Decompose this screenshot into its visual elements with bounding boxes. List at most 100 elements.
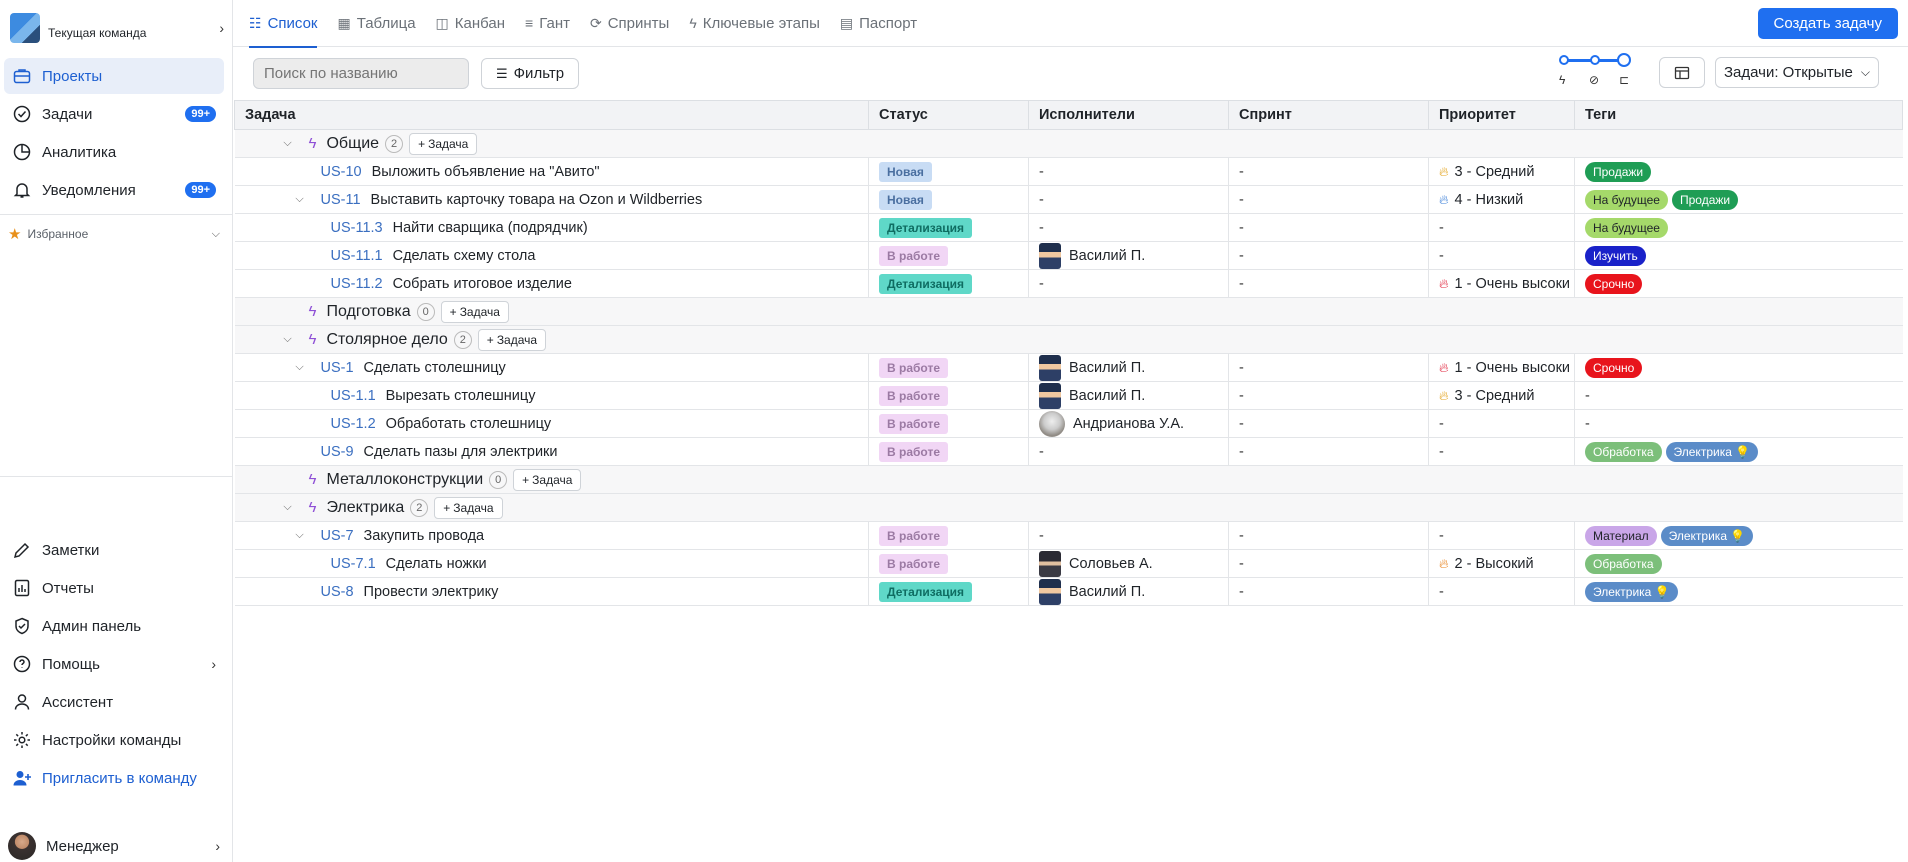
task-title[interactable]: Выставить карточку товара на Ozon и Wild… bbox=[371, 192, 703, 208]
chevron-down-icon[interactable] bbox=[281, 306, 295, 318]
tab-4[interactable]: ⟳ Спринты bbox=[590, 0, 669, 47]
group-name[interactable]: Подготовка bbox=[326, 303, 410, 321]
add-task-button[interactable]: + Задача bbox=[409, 132, 478, 155]
task-id[interactable]: US-8 bbox=[321, 584, 354, 600]
status-badge[interactable]: В работе bbox=[879, 385, 948, 406]
add-task-button[interactable]: + Задача bbox=[434, 496, 503, 519]
status-badge[interactable]: В работе bbox=[879, 413, 948, 434]
task-title[interactable]: Обработать столешницу bbox=[386, 416, 552, 432]
table-row[interactable]: US-9 Сделать пазы для электрики В работе - -… bbox=[234, 437, 1903, 466]
tag-badge[interactable]: Обработка bbox=[1585, 441, 1662, 462]
user-menu[interactable]: Менеджер › bbox=[0, 826, 232, 862]
tab-6[interactable]: ▤ Паспорт bbox=[840, 0, 917, 47]
table-row[interactable]: ⌵ US-11 Выставить карточку товара на Ozon … bbox=[234, 185, 1903, 214]
task-title[interactable]: Сделать ножки bbox=[386, 556, 487, 572]
table-row[interactable]: US-1.2 Обработать столешницу В работе Андри… bbox=[234, 409, 1903, 438]
table-row[interactable]: ⌵ US-1 Сделать столешницу В работе Василий П… bbox=[234, 353, 1903, 382]
task-title[interactable]: Сделать столешницу bbox=[364, 360, 506, 376]
task-title[interactable]: Сделать пазы для электрики bbox=[364, 444, 558, 460]
tag-badge[interactable]: Электрика 💡 bbox=[1585, 581, 1678, 602]
sidebar-item-check-circle[interactable]: Задачи 99+ bbox=[4, 96, 224, 132]
status-badge[interactable]: Новая bbox=[879, 189, 932, 210]
task-id[interactable]: US-11 bbox=[321, 192, 361, 208]
task-title[interactable]: Сделать схему стола bbox=[393, 248, 536, 264]
status-badge[interactable]: В работе bbox=[879, 525, 948, 546]
status-badge[interactable]: В работе bbox=[879, 441, 948, 462]
tab-1[interactable]: ▦ Таблица bbox=[337, 0, 415, 47]
sidebar-item-gear[interactable]: Настройки команды bbox=[4, 722, 224, 758]
group-name[interactable]: Столярное дело bbox=[326, 331, 447, 349]
chevron-down-icon[interactable]: ⌵ bbox=[281, 501, 295, 514]
filter-button[interactable]: ☰ Фильтр bbox=[481, 58, 580, 89]
column-header[interactable]: Спринт bbox=[1228, 100, 1429, 130]
table-row[interactable]: US-11.2 Собрать итоговое изделие Детализац… bbox=[234, 269, 1903, 298]
favorites-header[interactable]: ★ Избранное ⌵ bbox=[0, 219, 232, 249]
group-name[interactable]: Металлоконструкции bbox=[326, 471, 483, 489]
tag-badge[interactable]: Изучить bbox=[1585, 245, 1646, 266]
group-name[interactable]: Общие bbox=[326, 135, 379, 153]
tag-badge[interactable]: Материал bbox=[1585, 525, 1657, 546]
depth-slider[interactable]: ϟ ⊘ ⊏ bbox=[1559, 53, 1635, 89]
add-task-button[interactable]: + Задача bbox=[513, 468, 582, 491]
table-row[interactable]: ⌵ US-7 Закупить провода В работе - - - Материал… bbox=[234, 521, 1903, 550]
add-task-button[interactable]: + Задача bbox=[477, 328, 547, 351]
task-id[interactable]: US-7 bbox=[321, 528, 354, 544]
sidebar-item-briefcase[interactable]: Проекты bbox=[4, 58, 224, 94]
sidebar-item-person[interactable]: Ассистент bbox=[4, 684, 224, 720]
chevron-down-icon[interactable]: ⌵ bbox=[293, 529, 307, 542]
task-title[interactable]: Найти сварщика (подрядчик) bbox=[393, 220, 588, 236]
column-header[interactable]: Приоритет bbox=[1428, 100, 1575, 130]
tab-3[interactable]: ≡ Гант bbox=[525, 0, 570, 47]
task-title[interactable]: Собрать итоговое изделие bbox=[393, 276, 572, 292]
tab-5[interactable]: ϟ Ключевые этапы bbox=[689, 0, 820, 47]
chevron-down-icon[interactable]: ⌵ bbox=[293, 361, 307, 374]
tag-badge[interactable]: Продажи bbox=[1671, 189, 1739, 210]
chevron-down-icon[interactable]: ⌵ bbox=[281, 333, 295, 346]
group-name[interactable]: Электрика bbox=[326, 499, 404, 517]
column-header[interactable]: Теги bbox=[1574, 100, 1903, 130]
task-id[interactable]: US-1 bbox=[321, 360, 354, 376]
chevron-down-icon[interactable]: ⌵ bbox=[281, 137, 295, 150]
view-settings-button[interactable] bbox=[1659, 57, 1705, 88]
task-title[interactable]: Вырезать столешницу bbox=[386, 388, 536, 404]
tag-badge[interactable]: На будущее bbox=[1585, 189, 1668, 210]
column-header[interactable]: Задача bbox=[234, 100, 869, 130]
task-id[interactable]: US-11.2 bbox=[331, 276, 383, 292]
chevron-down-icon[interactable]: ⌵ bbox=[293, 193, 307, 206]
task-id[interactable]: US-9 bbox=[321, 444, 354, 460]
tag-badge[interactable]: Продажи bbox=[1585, 161, 1652, 182]
tag-badge[interactable]: Электрика 💡 bbox=[1665, 441, 1759, 462]
task-id[interactable]: US-7.1 bbox=[331, 556, 376, 572]
tag-badge[interactable]: Электрика 💡 bbox=[1660, 525, 1754, 546]
create-task-button[interactable]: Создать задачу bbox=[1757, 8, 1898, 39]
table-row[interactable]: US-11.1 Сделать схему стола В работе Васили… bbox=[234, 241, 1903, 270]
tab-2[interactable]: ◫ Канбан bbox=[436, 0, 505, 47]
task-id[interactable]: US-10 bbox=[321, 164, 362, 180]
tasks-filter-dropdown[interactable]: Задачи: Открытые ⌵ bbox=[1715, 57, 1879, 88]
sidebar-item-report[interactable]: Отчеты bbox=[4, 570, 224, 606]
table-row[interactable]: US-10 Выложить объявление на "Авито" Новая… bbox=[234, 157, 1903, 186]
add-task-button[interactable]: + Задача bbox=[440, 300, 509, 323]
tag-badge[interactable]: Срочно bbox=[1585, 273, 1643, 294]
status-badge[interactable]: В работе bbox=[879, 553, 948, 574]
task-id[interactable]: US-1.1 bbox=[331, 388, 376, 404]
sidebar-item-pen[interactable]: Заметки bbox=[4, 532, 224, 568]
tab-0[interactable]: ☷ Список bbox=[249, 0, 318, 48]
status-badge[interactable]: В работе bbox=[879, 357, 948, 378]
table-row[interactable]: US-1.1 Вырезать столешницу В работе Василий… bbox=[234, 381, 1903, 410]
sidebar-item-add-user[interactable]: Пригласить в команду bbox=[4, 760, 224, 796]
task-title[interactable]: Провести электрику bbox=[364, 584, 499, 600]
status-badge[interactable]: Детализация bbox=[879, 217, 972, 238]
search-input[interactable] bbox=[254, 59, 468, 88]
task-id[interactable]: US-11.1 bbox=[331, 248, 383, 264]
status-badge[interactable]: Детализация bbox=[879, 273, 972, 294]
sidebar-item-shield[interactable]: Админ панель bbox=[4, 608, 224, 644]
sidebar-item-pie-chart[interactable]: Аналитика bbox=[4, 134, 224, 170]
task-title[interactable]: Закупить провода bbox=[364, 528, 485, 544]
sidebar-item-help[interactable]: Помощь › bbox=[4, 646, 224, 682]
table-row[interactable]: US-11.3 Найти сварщика (подрядчик) Детализ… bbox=[234, 213, 1903, 242]
team-switcher[interactable]: Текущая команда › bbox=[0, 0, 232, 56]
column-header[interactable]: Статус bbox=[868, 100, 1029, 130]
chevron-down-icon[interactable] bbox=[281, 474, 295, 486]
status-badge[interactable]: В работе bbox=[879, 245, 948, 266]
